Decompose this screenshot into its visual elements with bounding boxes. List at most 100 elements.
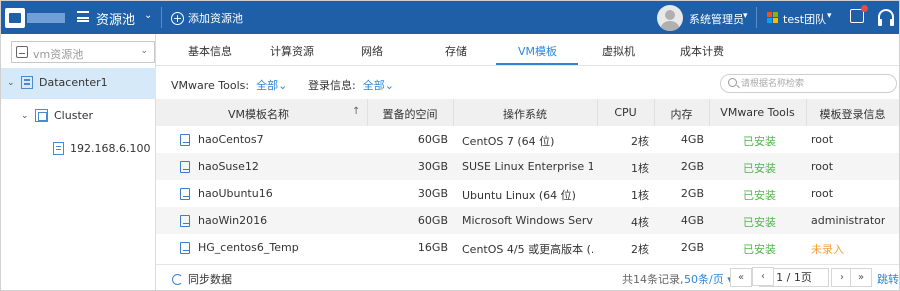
avatar[interactable]: [657, 5, 683, 31]
tab-vm-template[interactable]: VM模板: [518, 43, 557, 59]
headset-icon[interactable]: [878, 9, 894, 26]
tools-filter-dropdown[interactable]: 全部⌄: [253, 79, 287, 92]
login-filter-value: 全部: [362, 79, 385, 92]
pool-select[interactable]: vm资源池 ⌄: [11, 41, 155, 63]
page-size-select[interactable]: 50条/页 ▾: [684, 271, 733, 287]
cell-tools-status: 已安装: [743, 216, 776, 229]
cell-login: root: [811, 133, 834, 146]
cell-tools-status: 已安装: [743, 189, 776, 202]
cell-name[interactable]: haoWin2016: [198, 214, 267, 227]
tree-item-cluster[interactable]: ⌄ Cluster: [21, 109, 93, 122]
total-records: 共14条记录,: [622, 273, 684, 286]
message-icon[interactable]: [850, 5, 868, 23]
plus-circle-icon: +: [171, 11, 184, 25]
jump-button[interactable]: 跳转: [877, 271, 899, 287]
cell-name[interactable]: haoCentos7: [198, 133, 264, 146]
table-row[interactable]: HG_centos6_Temp 16GB CentOS 4/5 或更高版本 (.…: [156, 234, 899, 261]
search-icon[interactable]: [728, 78, 737, 87]
logo-mark: [5, 8, 25, 28]
sync-button[interactable]: 同步数据: [172, 271, 232, 287]
caret-down-icon[interactable]: ⌄: [21, 111, 29, 121]
cell-space: 16GB: [417, 241, 448, 254]
vm-template-icon: [180, 188, 190, 200]
cell-mem: 2GB: [680, 241, 704, 254]
chevron-down-icon[interactable]: ▾: [827, 11, 832, 21]
cell-os: Ubuntu Linux (64 位): [462, 189, 576, 202]
search-input[interactable]: [741, 77, 891, 91]
datacenter-icon: [21, 76, 33, 89]
team-name[interactable]: test团队: [783, 11, 826, 27]
cell-tools-status: 已安装: [743, 243, 776, 256]
page-size-value: 50条/页: [684, 273, 724, 286]
caret-down-icon[interactable]: ⌄: [7, 78, 15, 88]
cell-name[interactable]: haoUbuntu16: [198, 187, 273, 200]
vm-template-icon: [180, 161, 190, 173]
table-row[interactable]: haoSuse12 30GB SUSE Linux Enterprise 12.…: [156, 153, 899, 180]
tree-item-datacenter[interactable]: ⌄ Datacenter1: [7, 76, 108, 89]
add-pool-button[interactable]: + 添加资源池: [171, 10, 243, 26]
tab-vm[interactable]: 虚拟机: [602, 43, 635, 59]
last-page-button[interactable]: »: [850, 268, 872, 287]
cell-os: Microsoft Windows Serv...: [462, 214, 593, 227]
first-page-button[interactable]: «: [730, 268, 752, 287]
col-mem[interactable]: 内存: [654, 106, 709, 122]
menu-icon[interactable]: [77, 11, 89, 22]
cell-space: 60GB: [417, 214, 448, 227]
tools-filter-value: 全部: [256, 79, 279, 92]
tree-item-host[interactable]: 192.168.6.100: [53, 142, 150, 155]
tab-compute[interactable]: 计算资源: [270, 43, 314, 59]
col-name[interactable]: VM模板名称: [156, 106, 361, 122]
table-row[interactable]: haoCentos7 60GB CentOS 7 (64 位) 2核 4GB 已…: [156, 126, 899, 153]
table-row[interactable]: haoUbuntu16 30GB Ubuntu Linux (64 位) 1核 …: [156, 180, 899, 207]
tab-basic-info[interactable]: 基本信息: [188, 43, 232, 59]
col-cpu[interactable]: CPU: [597, 106, 654, 119]
pool-icon: [16, 46, 28, 58]
add-pool-label: 添加资源池: [188, 12, 243, 25]
tools-filter-label: VMware Tools:: [171, 79, 250, 92]
host-icon: [53, 142, 64, 155]
login-filter: 登录信息: 全部⌄: [308, 77, 394, 93]
cell-login: administrator: [811, 214, 886, 227]
sidebar: vm资源池 ⌄ ⌄ Datacenter1 ⌄ Cluster 192.168.…: [1, 34, 156, 290]
cell-tools-status: 已安装: [743, 135, 776, 148]
col-login[interactable]: 模板登录信息: [806, 106, 899, 122]
cell-mem: 2GB: [680, 187, 704, 200]
tab-cost[interactable]: 成本计费: [680, 43, 724, 59]
cell-tools-status: 已安装: [743, 162, 776, 175]
divider: [756, 7, 757, 28]
cell-cpu: 2核: [631, 135, 649, 148]
cell-name[interactable]: haoSuse12: [198, 160, 259, 173]
col-space[interactable]: 置备的空间: [367, 106, 453, 122]
tab-storage[interactable]: 存储: [445, 43, 467, 59]
cell-space: 30GB: [417, 187, 448, 200]
sort-up-icon[interactable]: ↑: [352, 106, 360, 117]
tree-item-label: 192.168.6.100: [70, 142, 151, 155]
divider: [161, 7, 162, 28]
tab-network[interactable]: 网络: [361, 43, 383, 59]
logo-text-redacted: [27, 13, 65, 23]
search-box[interactable]: [720, 74, 897, 93]
cell-mem: 4GB: [680, 214, 704, 227]
cell-login-missing: 未录入: [811, 243, 844, 256]
login-filter-dropdown[interactable]: 全部⌄: [359, 79, 394, 92]
pool-select-placeholder: vm资源池: [33, 48, 84, 61]
chevron-down-icon[interactable]: ▾: [743, 11, 748, 21]
col-tools[interactable]: VMware Tools: [709, 106, 806, 119]
cell-mem: 4GB: [680, 133, 704, 146]
page-indicator-text: 1 / 1页: [776, 271, 812, 284]
cell-os: CentOS 4/5 或更高版本 (...: [462, 243, 593, 256]
cell-name[interactable]: HG_centos6_Temp: [198, 241, 299, 254]
table-row[interactable]: haoWin2016 60GB Microsoft Windows Serv..…: [156, 207, 899, 234]
top-bar: 资源池 ⌄ + 添加资源池 系统管理员 ▾ test团队 ▾: [1, 1, 899, 34]
cell-os: SUSE Linux Enterprise 12...: [462, 160, 593, 173]
col-os[interactable]: 操作系统: [453, 106, 597, 122]
app-title[interactable]: 资源池: [96, 9, 135, 28]
cell-cpu: 2核: [631, 243, 649, 256]
prev-page-button[interactable]: ‹: [752, 267, 774, 286]
user-name[interactable]: 系统管理员: [689, 11, 744, 27]
chevron-down-icon[interactable]: ⌄: [144, 10, 152, 21]
active-tab-indicator: [496, 63, 578, 65]
cell-cpu: 1核: [631, 162, 649, 175]
chevron-down-icon: ⌄: [140, 46, 148, 56]
login-filter-label: 登录信息:: [308, 79, 356, 92]
